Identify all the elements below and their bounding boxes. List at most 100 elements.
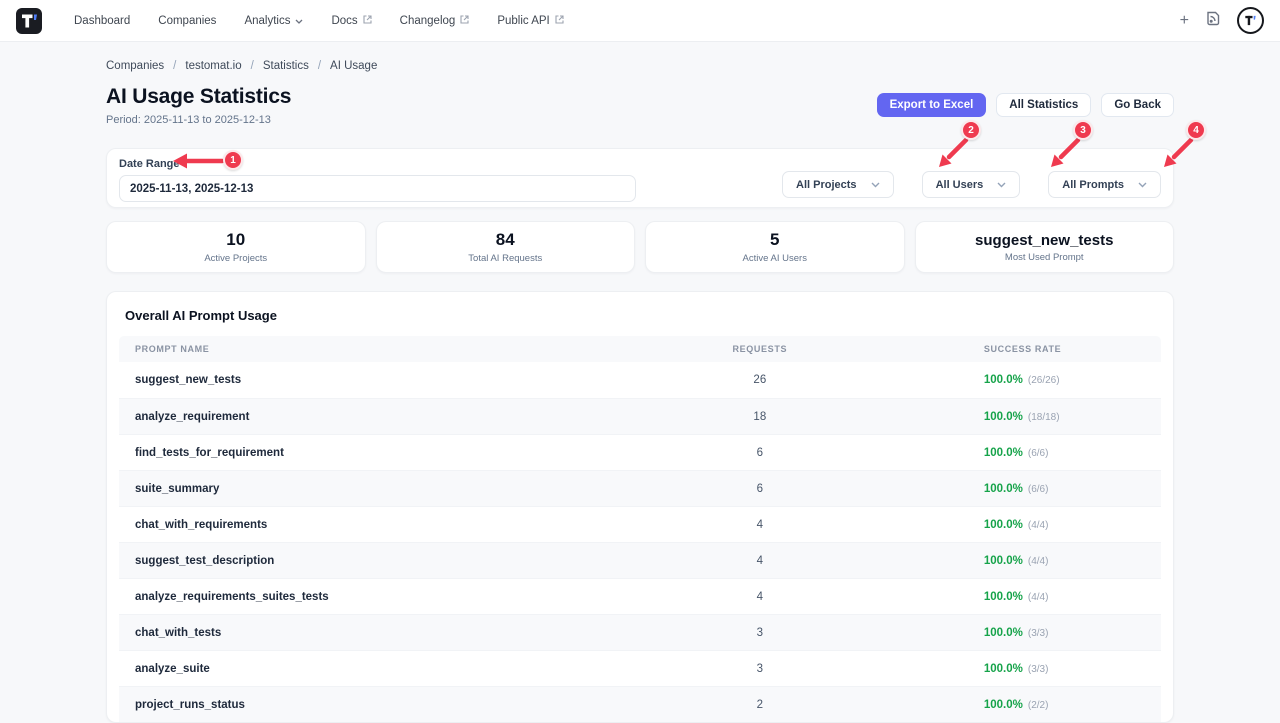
table-body: suggest_new_tests 26 100.0%(26/26) analy…	[119, 362, 1161, 722]
success-rate-cell: 100.0%(6/6)	[984, 447, 1161, 459]
nav-label: Analytics	[244, 15, 290, 27]
chevron-down-icon	[997, 179, 1006, 191]
all-statistics-button[interactable]: All Statistics	[996, 93, 1091, 117]
nav-label: Companies	[158, 15, 216, 27]
success-rate-percent: 100.0%	[984, 663, 1023, 675]
nav-item-public-api[interactable]: Public API	[483, 0, 577, 41]
annotation-badge-4: 4	[1186, 120, 1206, 140]
prompt-name-cell: suggest_new_tests	[119, 374, 536, 386]
stat-cards-row: 10 Active Projects 84 Total AI Requests …	[106, 221, 1174, 273]
stat-value: 84	[496, 230, 515, 250]
requests-cell: 3	[536, 663, 984, 675]
success-rate-cell: 100.0%(4/4)	[984, 555, 1161, 567]
dropdown-label: All Projects	[796, 179, 857, 191]
header-buttons: Export to Excel All Statistics Go Back	[877, 93, 1174, 117]
nav-item-analytics[interactable]: Analytics	[230, 0, 317, 41]
breadcrumb: Companies / testomat.io / Statistics / A…	[106, 60, 1174, 72]
export-to-excel-button[interactable]: Export to Excel	[877, 93, 987, 117]
page-title: AI Usage Statistics	[106, 85, 291, 109]
stat-label: Most Used Prompt	[1005, 252, 1084, 263]
user-avatar[interactable]	[1237, 7, 1264, 34]
nav-label: Dashboard	[74, 15, 130, 27]
date-range-input[interactable]	[119, 175, 636, 202]
top-navigation: Dashboard Companies Analytics Docs Chang…	[0, 0, 1280, 42]
page-title-block: AI Usage Statistics Period: 2025-11-13 t…	[106, 85, 291, 126]
table-row: chat_with_tests 3 100.0%(3/3)	[119, 614, 1161, 650]
success-rate-percent: 100.0%	[984, 447, 1023, 459]
stat-card-total-ai-requests: 84 Total AI Requests	[376, 221, 636, 273]
nav-item-dashboard[interactable]: Dashboard	[60, 0, 144, 41]
filters-panel: Date Range All Projects All Users All Pr…	[106, 148, 1174, 208]
success-rate-cell: 100.0%(18/18)	[984, 411, 1161, 423]
prompt-name-cell: chat_with_requirements	[119, 519, 536, 531]
prompt-usage-panel: Overall AI Prompt Usage Prompt Name Requ…	[106, 291, 1174, 723]
table-row: suggest_test_description 4 100.0%(4/4)	[119, 542, 1161, 578]
table-row: analyze_requirements_suites_tests 4 100.…	[119, 578, 1161, 614]
prompt-name-cell: suite_summary	[119, 483, 536, 495]
nav-item-changelog[interactable]: Changelog	[386, 0, 484, 41]
success-rate-cell: 100.0%(2/2)	[984, 699, 1161, 711]
nav-item-docs[interactable]: Docs	[317, 0, 385, 41]
external-link-icon	[555, 15, 564, 27]
success-rate-cell: 100.0% (4/4)	[984, 519, 1161, 531]
feed-icon[interactable]	[1205, 10, 1221, 31]
dropdown-label: All Prompts	[1062, 179, 1124, 191]
success-rate-percent: 100.0%	[984, 699, 1023, 711]
prompt-name-cell: suggest_test_description	[119, 555, 536, 567]
users-dropdown[interactable]: All Users	[922, 171, 1021, 198]
table-header-row: Prompt Name Requests Success Rate	[119, 336, 1161, 362]
breadcrumb-companies[interactable]: Companies	[106, 60, 164, 72]
requests-cell: 26	[536, 374, 984, 386]
nav-items: Dashboard Companies Analytics Docs Chang…	[60, 0, 578, 41]
stat-label: Total AI Requests	[468, 253, 542, 264]
success-rate-percent: 100.0%	[984, 627, 1023, 639]
nav-right-actions: +	[1180, 7, 1264, 34]
success-rate-percent: 100.0%	[984, 591, 1023, 603]
stat-value: 5	[770, 230, 779, 250]
success-rate-fraction: (6/6)	[1028, 484, 1049, 495]
dropdown-label: All Users	[936, 179, 984, 191]
success-rate-percent: 100.0%	[984, 555, 1023, 567]
prompt-name-cell: analyze_requirements_suites_tests	[119, 591, 536, 603]
nav-label: Changelog	[400, 15, 456, 27]
requests-cell: 6	[536, 483, 984, 495]
breadcrumb-ai-usage: AI Usage	[330, 60, 377, 72]
plus-icon[interactable]: +	[1180, 13, 1189, 29]
breadcrumb-company[interactable]: testomat.io	[185, 60, 241, 72]
prompts-dropdown[interactable]: All Prompts	[1048, 171, 1161, 198]
table-row: project_runs_status 2 100.0%(2/2)	[119, 686, 1161, 722]
success-rate-percent: 100.0%	[984, 519, 1023, 531]
success-rate-cell: 100.0%(3/3)	[984, 663, 1161, 675]
main-content: Companies / testomat.io / Statistics / A…	[106, 60, 1174, 723]
success-rate-fraction: (18/18)	[1028, 412, 1060, 423]
external-link-icon	[363, 15, 372, 27]
success-rate-cell: 100.0%(26/26)	[984, 374, 1161, 386]
column-header-requests: Requests	[536, 344, 984, 354]
requests-cell: 2	[536, 699, 984, 711]
nav-item-companies[interactable]: Companies	[144, 0, 230, 41]
nav-label: Docs	[331, 15, 357, 27]
stat-card-active-projects: 10 Active Projects	[106, 221, 366, 273]
success-rate-fraction: (4/4)	[1028, 520, 1049, 531]
chevron-down-icon	[1138, 179, 1147, 191]
testomat-logo-icon[interactable]	[16, 8, 42, 34]
chevron-down-icon	[871, 179, 880, 191]
breadcrumb-statistics[interactable]: Statistics	[263, 60, 309, 72]
success-rate-cell: 100.0%(4/4)	[984, 591, 1161, 603]
requests-cell: 18	[536, 411, 984, 423]
chevron-down-icon	[295, 15, 303, 27]
breadcrumb-separator: /	[251, 60, 254, 72]
requests-cell: 4	[536, 591, 984, 603]
stat-value: suggest_new_tests	[975, 232, 1113, 249]
breadcrumb-separator: /	[318, 60, 321, 72]
go-back-button[interactable]: Go Back	[1101, 93, 1174, 117]
stat-label: Active Projects	[204, 253, 267, 264]
period-subtitle: Period: 2025-11-13 to 2025-12-13	[106, 114, 291, 126]
prompt-name-cell: analyze_suite	[119, 663, 536, 675]
section-title: Overall AI Prompt Usage	[125, 308, 1161, 323]
stat-card-active-ai-users: 5 Active AI Users	[645, 221, 905, 273]
projects-dropdown[interactable]: All Projects	[782, 171, 894, 198]
filter-dropdowns: All Projects All Users All Prompts	[782, 171, 1161, 198]
requests-cell: 4	[536, 519, 984, 531]
column-header-success-rate: Success Rate	[984, 344, 1161, 354]
